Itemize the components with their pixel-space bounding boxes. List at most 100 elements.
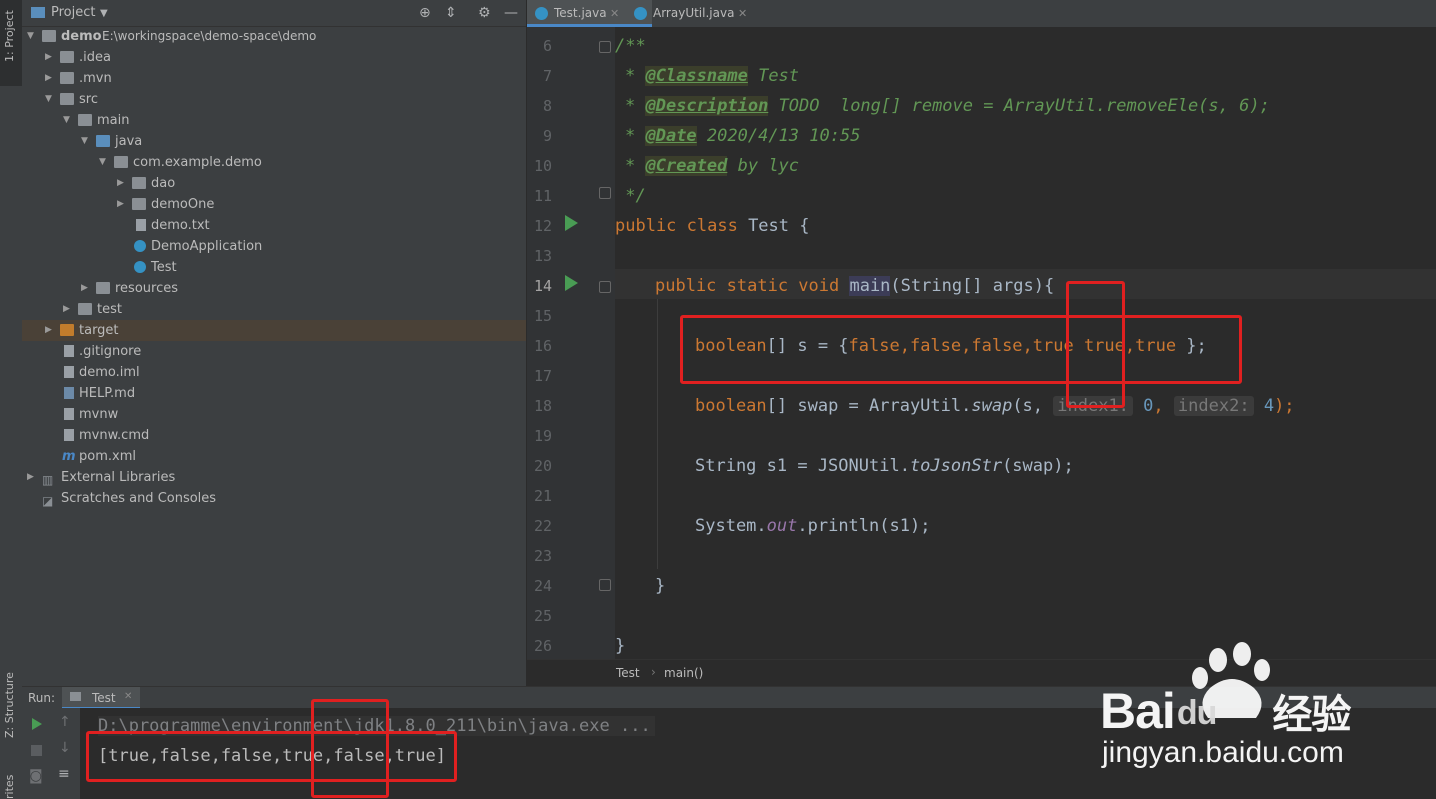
line-number: 11 [533, 187, 552, 205]
indent-guide [657, 299, 658, 569]
chevron-right-icon[interactable]: ▶ [45, 68, 52, 89]
line-number: 19 [533, 427, 552, 445]
tree-item-pom-xml[interactable]: m pom.xml [22, 446, 526, 467]
rerun-icon[interactable] [32, 718, 42, 730]
tree-item-dao[interactable]: ▶ dao [22, 173, 526, 194]
java-class-icon [134, 240, 146, 252]
fold-icon[interactable] [599, 187, 611, 199]
file-icon [64, 429, 74, 441]
java-class-icon [134, 261, 146, 273]
line-number: 20 [533, 457, 552, 475]
breadcrumb-method[interactable]: main() [664, 666, 703, 680]
chevron-down-icon[interactable]: ▼ [63, 110, 70, 131]
annotation-box [680, 315, 1242, 384]
collapse-all-icon[interactable]: ⇕ [445, 5, 457, 21]
line-number: 12 [533, 217, 552, 235]
close-icon[interactable]: ✕ [610, 0, 619, 27]
fold-icon[interactable] [599, 281, 611, 293]
tree-item-java[interactable]: ▼ java [22, 131, 526, 152]
editor-gutter: 6 7 8 9 10 11 12 13 14 15 16 17 18 19 20… [527, 27, 615, 659]
line-number: 6 [542, 37, 552, 55]
chevron-right-icon[interactable]: ▶ [63, 299, 70, 320]
breadcrumb-class[interactable]: Test [616, 666, 640, 680]
tree-item-demo-iml[interactable]: demo.iml [22, 362, 526, 383]
project-view-selector[interactable]: Project [51, 5, 95, 20]
arrow-up-icon[interactable]: ↑ [59, 714, 71, 730]
run-gutter-icon[interactable] [565, 275, 578, 291]
run-gutter-icon[interactable] [565, 215, 578, 231]
run-toolbar-secondary: ↑ ↓ ≡ [52, 708, 81, 799]
project-view-icon [31, 7, 45, 18]
tree-item-gitignore[interactable]: .gitignore [22, 341, 526, 362]
line-number: 21 [533, 487, 552, 505]
tree-item-target[interactable]: ▶ target [22, 320, 526, 341]
chevron-down-icon[interactable]: ▼ [99, 152, 106, 173]
console-icon [70, 692, 81, 701]
tree-item-scratches[interactable]: ◪ Scratches and Consoles [22, 488, 526, 509]
camera-icon[interactable]: ◙ [29, 768, 43, 784]
tree-item-test-class[interactable]: Test [22, 257, 526, 278]
folder-icon [78, 303, 92, 315]
chevron-down-icon[interactable]: ▼ [45, 89, 52, 110]
tree-item-help-md[interactable]: HELP.md [22, 383, 526, 404]
code-line-12: public class Test { [615, 216, 810, 236]
module-folder-icon [42, 30, 56, 42]
chevron-down-icon[interactable]: ▼ [81, 131, 88, 152]
chevron-right-icon[interactable]: ▶ [45, 47, 52, 68]
locate-icon[interactable]: ⊕ [419, 5, 431, 21]
tree-item-src[interactable]: ▼ src [22, 89, 526, 110]
line-number: 22 [533, 517, 552, 535]
fold-icon[interactable] [599, 41, 611, 53]
tree-item-idea[interactable]: ▶ .idea [22, 47, 526, 68]
annotation-box [1066, 281, 1125, 408]
tree-item-test-folder[interactable]: ▶ test [22, 299, 526, 320]
close-icon[interactable]: ✕ [124, 691, 132, 702]
tree-item-demoone[interactable]: ▶ demoOne [22, 194, 526, 215]
chevron-right-icon[interactable]: ▶ [27, 467, 34, 488]
tree-item-mvn[interactable]: ▶ .mvn [22, 68, 526, 89]
code-line-22: System.out.println(s1); [695, 516, 931, 536]
code-line-18: boolean[] swap = ArrayUtil.swap(s, index… [695, 396, 1295, 416]
tab-arrayutil-java[interactable]: ArrayUtil.java ✕ [626, 0, 781, 27]
chevron-right-icon[interactable]: ▶ [117, 173, 124, 194]
soft-wrap-icon[interactable]: ≡ [58, 766, 70, 782]
tree-item-mvnw-cmd[interactable]: mvnw.cmd [22, 425, 526, 446]
chevron-right-icon[interactable]: ▶ [117, 194, 124, 215]
line-number: 25 [533, 607, 552, 625]
java-class-icon [535, 7, 548, 20]
close-icon[interactable]: ✕ [738, 0, 747, 27]
line-number: 7 [542, 67, 552, 85]
favorites-tool-label[interactable]: rites [3, 775, 16, 799]
chevron-down-icon[interactable]: ▼ [100, 8, 108, 19]
structure-tool-label[interactable]: Z: Structure [3, 672, 16, 738]
line-number: 10 [533, 157, 552, 175]
source-folder-icon [96, 135, 110, 147]
tree-item-package[interactable]: ▼ com.example.demo [22, 152, 526, 173]
folder-icon [60, 51, 74, 63]
tree-item-mvnw[interactable]: mvnw [22, 404, 526, 425]
java-class-icon [634, 7, 647, 20]
run-tab-test[interactable]: Test ✕ [62, 687, 140, 709]
file-icon [64, 366, 74, 378]
chevron-down-icon[interactable]: ▼ [27, 26, 34, 47]
arrow-down-icon[interactable]: ↓ [59, 740, 71, 756]
hide-panel-icon[interactable]: — [504, 5, 518, 21]
chevron-right-icon[interactable]: ▶ [81, 278, 88, 299]
stop-icon[interactable] [31, 745, 42, 756]
code-line-26: } [615, 636, 626, 656]
chevron-right-icon[interactable]: ▶ [45, 320, 52, 341]
tree-item-demoapplication[interactable]: DemoApplication [22, 236, 526, 257]
tree-item-demo[interactable]: ▼ demo E:\workingspace\demo-space\demo [22, 26, 526, 47]
tree-item-external-libraries[interactable]: ▶ ▥ External Libraries [22, 467, 526, 488]
file-icon [64, 408, 74, 420]
tree-item-main[interactable]: ▼ main [22, 110, 526, 131]
fold-icon[interactable] [599, 579, 611, 591]
tree-item-resources[interactable]: ▶ resources [22, 278, 526, 299]
project-tool-label[interactable]: 1: Project [3, 10, 16, 62]
run-label: Run: [28, 691, 56, 705]
gear-icon[interactable]: ⚙ [478, 5, 491, 21]
tree-item-demo-txt[interactable]: demo.txt [22, 215, 526, 236]
code-line-11: */ [615, 186, 646, 206]
annotation-box [311, 699, 389, 798]
line-number: 15 [533, 307, 552, 325]
